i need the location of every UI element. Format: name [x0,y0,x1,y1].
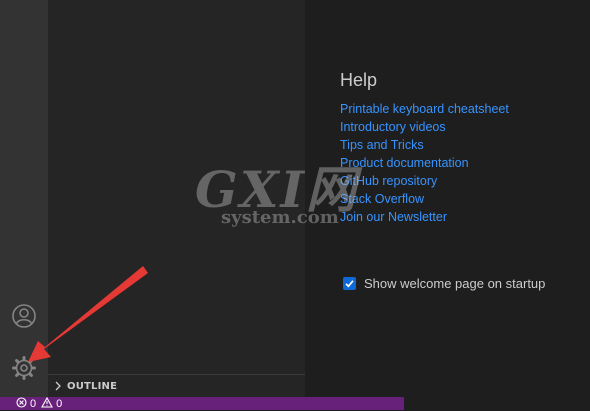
show-on-startup-label[interactable]: Show welcome page on startup [364,276,545,291]
error-icon [16,396,27,411]
outline-label: OUTLINE [67,380,118,392]
welcome-page: Help Printable keyboard cheatsheet Intro… [305,0,590,397]
warning-count: 0 [56,397,63,410]
help-link-newsletter[interactable]: Join our Newsletter [340,210,447,224]
account-icon[interactable] [10,302,38,330]
error-count: 0 [30,397,37,410]
help-link-keyboard-cheatsheet[interactable]: Printable keyboard cheatsheet [340,102,509,116]
help-link-github-repository[interactable]: GitHub repository [340,174,437,188]
help-link-introductory-videos[interactable]: Introductory videos [340,120,446,134]
warning-icon [41,396,54,411]
help-link-stack-overflow[interactable]: Stack Overflow [340,192,424,206]
status-bar: 0 0 [0,396,404,411]
help-link-tips-and-tricks[interactable]: Tips and Tricks [340,138,424,152]
show-on-startup-checkbox[interactable] [343,277,356,290]
help-heading: Help [340,70,378,90]
outline-section-header[interactable]: OUTLINE [48,374,305,397]
settings-gear-icon[interactable] [10,354,38,382]
startup-option: Show welcome page on startup [343,276,545,291]
sidebar: OUTLINE [48,0,305,397]
problems-errors[interactable]: 0 [16,396,37,411]
chevron-right-icon [54,381,62,391]
activity-bar [0,0,48,397]
help-links-list: Printable keyboard cheatsheet Introducto… [340,99,509,225]
problems-warnings[interactable]: 0 [41,396,63,411]
help-link-product-documentation[interactable]: Product documentation [340,156,469,170]
